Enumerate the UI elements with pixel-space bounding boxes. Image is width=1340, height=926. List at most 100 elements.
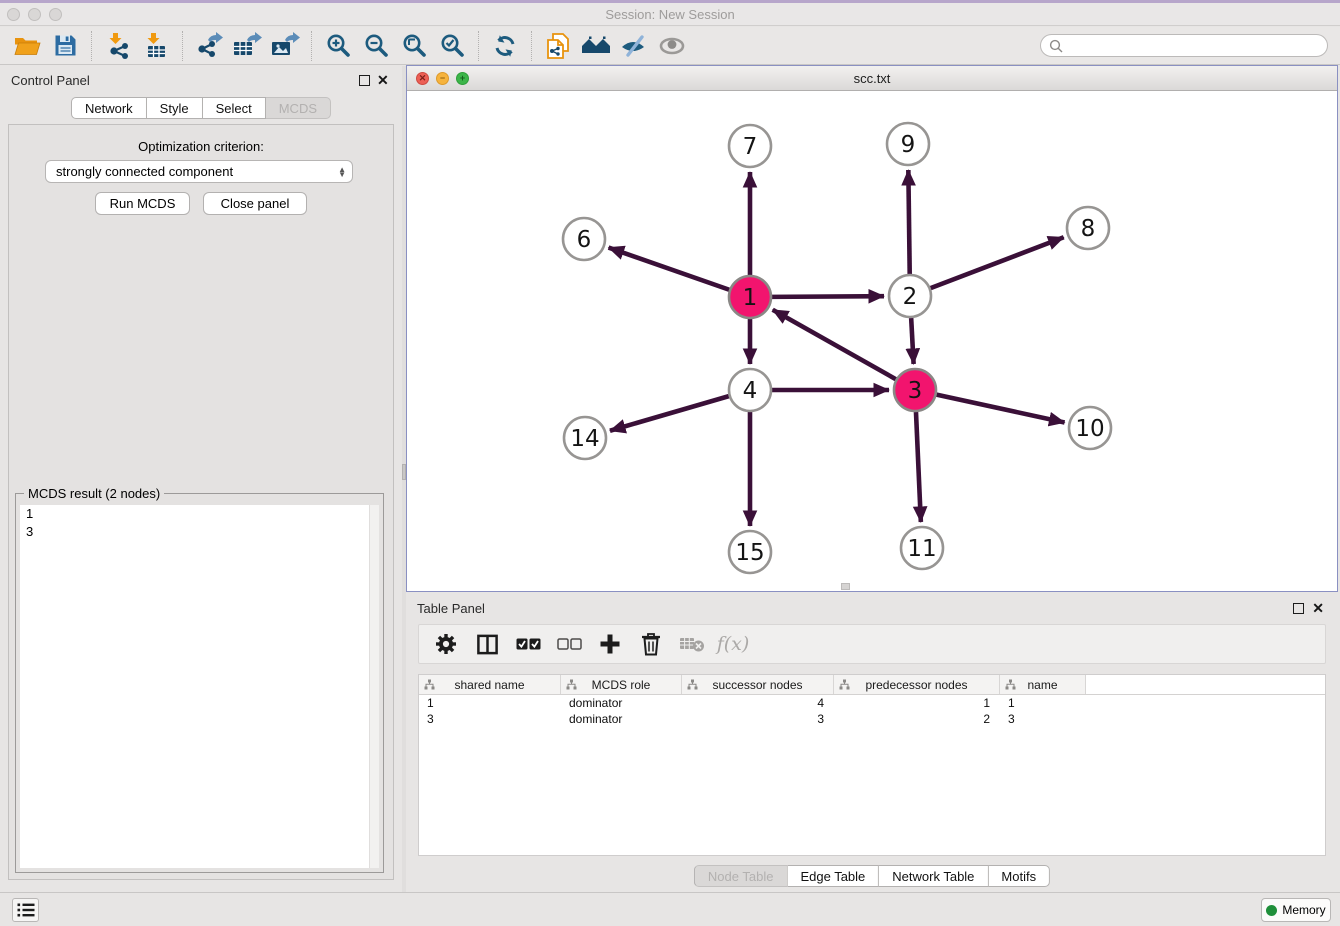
add-column-button[interactable] xyxy=(597,631,623,657)
toolbar-separator xyxy=(478,31,479,61)
table-row[interactable]: 3dominator323 xyxy=(419,711,1325,727)
cell-name: 3 xyxy=(1000,712,1086,726)
float-panel-icon[interactable] xyxy=(359,75,370,86)
export-image-button[interactable] xyxy=(266,30,304,62)
graph-node-10[interactable]: 10 xyxy=(1069,407,1111,449)
search-field[interactable] xyxy=(1040,34,1328,57)
graph-node-14[interactable]: 14 xyxy=(564,417,606,459)
zoom-selected-button[interactable] xyxy=(433,30,471,62)
trash-icon xyxy=(640,632,662,656)
tab-node-table[interactable]: Node Table xyxy=(694,865,788,887)
graph-edge-3-10[interactable] xyxy=(936,395,1064,423)
graph-edge-4-14[interactable] xyxy=(610,396,729,431)
tab-select[interactable]: Select xyxy=(203,97,266,119)
graph-edge-2-8[interactable] xyxy=(931,237,1064,288)
graph-edge-2-9[interactable] xyxy=(908,170,909,274)
import-network-button[interactable] xyxy=(99,30,137,62)
refresh-button[interactable] xyxy=(486,30,524,62)
graph-edge-3-11[interactable] xyxy=(916,412,921,522)
node-label: 14 xyxy=(570,426,599,452)
node-label: 8 xyxy=(1081,216,1096,242)
search-input[interactable] xyxy=(1068,39,1319,53)
graph-edge-2-3[interactable] xyxy=(911,318,913,364)
export-network-button[interactable] xyxy=(190,30,228,62)
float-table-panel-icon[interactable] xyxy=(1293,603,1304,614)
graph-node-8[interactable]: 8 xyxy=(1067,207,1109,249)
cell-predecessor-nodes: 2 xyxy=(834,712,1000,726)
export-table-button[interactable] xyxy=(228,30,266,62)
close-panel-button[interactable]: Close panel xyxy=(203,192,307,215)
graph-node-2[interactable]: 2 xyxy=(889,275,931,317)
table-tabs: Node TableEdge TableNetwork TableMotifs xyxy=(694,865,1050,887)
fx-icon: f(x) xyxy=(717,633,750,655)
node-label: 15 xyxy=(735,540,764,566)
tab-network-table[interactable]: Network Table xyxy=(879,865,988,887)
delete-table-icon xyxy=(679,635,705,653)
delete-column-button[interactable] xyxy=(638,631,664,657)
toolbar-separator xyxy=(182,31,183,61)
gear-icon xyxy=(434,632,458,656)
column-header-name[interactable]: name xyxy=(1000,675,1086,694)
toolbar-separator xyxy=(311,31,312,61)
show-all-button[interactable] xyxy=(653,30,691,62)
graph-node-4[interactable]: 4 xyxy=(729,369,771,411)
column-header-predecessor-nodes[interactable]: predecessor nodes xyxy=(834,675,1000,694)
network-view-window: ✕ − + scc.txt 7 9 6 8 1 2 4 3 14 10 15 11 xyxy=(406,65,1338,592)
zoom-out-button[interactable] xyxy=(357,30,395,62)
graph-node-3[interactable]: 3 xyxy=(894,369,936,411)
tab-mcds[interactable]: MCDS xyxy=(266,97,331,119)
select-all-rows-button[interactable] xyxy=(515,631,541,657)
deselect-all-rows-button[interactable] xyxy=(556,631,582,657)
duplicate-network-button[interactable] xyxy=(539,30,577,62)
import-table-icon xyxy=(143,32,170,59)
graph-node-9[interactable]: 9 xyxy=(887,123,929,165)
open-session-button[interactable] xyxy=(8,30,46,62)
home-layout-button[interactable] xyxy=(577,30,615,62)
import-table-button[interactable] xyxy=(137,30,175,62)
column-header-shared-name[interactable]: shared name xyxy=(419,675,561,694)
zoom-in-button[interactable] xyxy=(319,30,357,62)
graph-node-11[interactable]: 11 xyxy=(901,527,943,569)
graph-edge-1-6[interactable] xyxy=(609,248,730,290)
graph-edge-1-2[interactable] xyxy=(772,296,884,297)
graph-node-15[interactable]: 15 xyxy=(729,531,771,573)
graph-node-6[interactable]: 6 xyxy=(563,218,605,260)
network-graph[interactable]: 7 9 6 8 1 2 4 3 14 10 15 11 xyxy=(407,91,1337,591)
optimization-criterion-select[interactable]: strongly connected component ▲▼ xyxy=(45,160,353,183)
table-settings-button[interactable] xyxy=(433,631,459,657)
tab-edge-table[interactable]: Edge Table xyxy=(787,865,879,887)
cell-MCDS-role: dominator xyxy=(561,696,682,710)
cell-successor-nodes: 4 xyxy=(682,696,834,710)
graph-node-1[interactable]: 1 xyxy=(729,276,771,318)
tab-style[interactable]: Style xyxy=(147,97,203,119)
node-label: 1 xyxy=(743,285,758,311)
column-label: MCDS role xyxy=(592,678,651,692)
network-canvas[interactable]: 7 9 6 8 1 2 4 3 14 10 15 11 xyxy=(407,91,1337,591)
delete-table-button[interactable] xyxy=(679,631,705,657)
task-history-button[interactable] xyxy=(12,898,39,922)
show-columns-button[interactable] xyxy=(474,631,500,657)
zoom-fit-button[interactable] xyxy=(395,30,433,62)
tab-motifs[interactable]: Motifs xyxy=(988,865,1050,887)
select-stepper-icon: ▲▼ xyxy=(338,167,346,177)
close-table-panel-icon[interactable]: ✕ xyxy=(1312,600,1324,617)
import-network-icon xyxy=(105,32,132,59)
close-panel-icon[interactable]: ✕ xyxy=(377,72,389,89)
hide-selected-button[interactable] xyxy=(615,30,653,62)
network-titlebar[interactable]: ✕ − + scc.txt xyxy=(407,66,1337,91)
tab-network[interactable]: Network xyxy=(71,97,147,119)
memory-button[interactable]: Memory xyxy=(1261,898,1331,922)
node-label: 10 xyxy=(1075,416,1104,442)
save-session-button[interactable] xyxy=(46,30,84,62)
unchecked-boxes-icon xyxy=(557,638,582,651)
table-row[interactable]: 1dominator411 xyxy=(419,695,1325,711)
run-mcds-button[interactable]: Run MCDS xyxy=(95,192,190,215)
result-scrollbar[interactable] xyxy=(369,505,379,868)
graph-edge-3-1[interactable] xyxy=(773,310,896,379)
column-header-MCDS-role[interactable]: MCDS role xyxy=(561,675,682,694)
column-header-successor-nodes[interactable]: successor nodes xyxy=(682,675,834,694)
canvas-resize-grip[interactable] xyxy=(841,583,850,590)
graph-node-7[interactable]: 7 xyxy=(729,125,771,167)
mcds-result-list[interactable]: 13 xyxy=(20,505,379,868)
function-builder-button[interactable]: f(x) xyxy=(720,631,746,657)
